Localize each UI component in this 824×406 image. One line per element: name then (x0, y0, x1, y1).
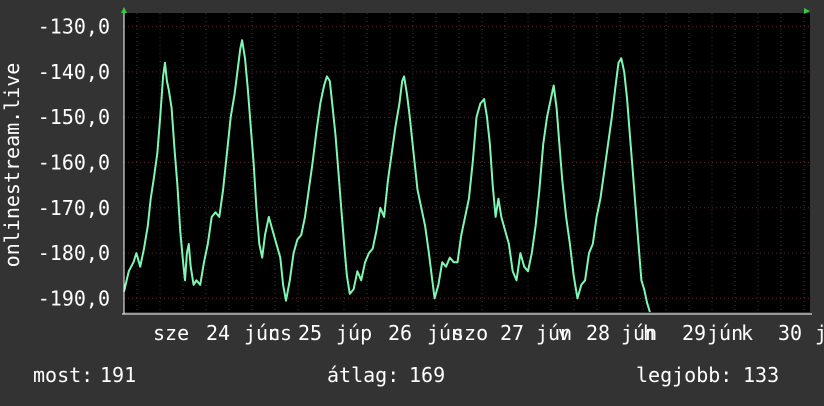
y-tick-label: -140,0 (38, 60, 110, 84)
stat-average-value: 169 (409, 363, 445, 387)
x-tick-label: sze (153, 321, 189, 345)
x-tick-label: jún (707, 321, 743, 345)
x-tick-label: cs (268, 321, 292, 345)
x-tick-label: j (815, 321, 824, 345)
x-tick-label: h (643, 321, 655, 345)
y-tick-label: -160,0 (38, 151, 110, 175)
y-axis-label: onlinestream.live (0, 63, 24, 268)
stat-current-label: most: (33, 363, 93, 387)
x-tick-label: júp (336, 321, 372, 345)
x-tick-label: szo (452, 321, 488, 345)
stat-average-label: átlag: (327, 363, 399, 387)
y-tick-label: -150,0 (38, 105, 110, 129)
stat-current-value: 191 (100, 363, 136, 387)
x-tick-label: 28 (586, 321, 610, 345)
x-tick-label: 27 (500, 321, 524, 345)
x-tick-label: v (558, 321, 570, 345)
x-tick-label: k (741, 321, 753, 345)
x-tick-label: 25 (298, 321, 322, 345)
stat-best-value: 133 (743, 363, 779, 387)
y-tick-label: -190,0 (38, 286, 110, 310)
x-tick-label: 26 (388, 321, 412, 345)
chart-panel: -130,0 -140,0 -150,0 -160,0 -170,0 -180,0 -190… (0, 0, 824, 402)
x-tick-label: 29 (682, 321, 706, 345)
y-tick-label: -180,0 (38, 241, 110, 265)
y-tick-label: -170,0 (38, 196, 110, 220)
y-tick-label: -130,0 (38, 15, 110, 39)
x-tick-label: 30 (778, 321, 802, 345)
stat-best-label: legjobb: (636, 363, 732, 387)
line-chart: -130,0 -140,0 -150,0 -160,0 -170,0 -180,0 -190… (0, 0, 824, 402)
x-tick-label: 24 (206, 321, 230, 345)
